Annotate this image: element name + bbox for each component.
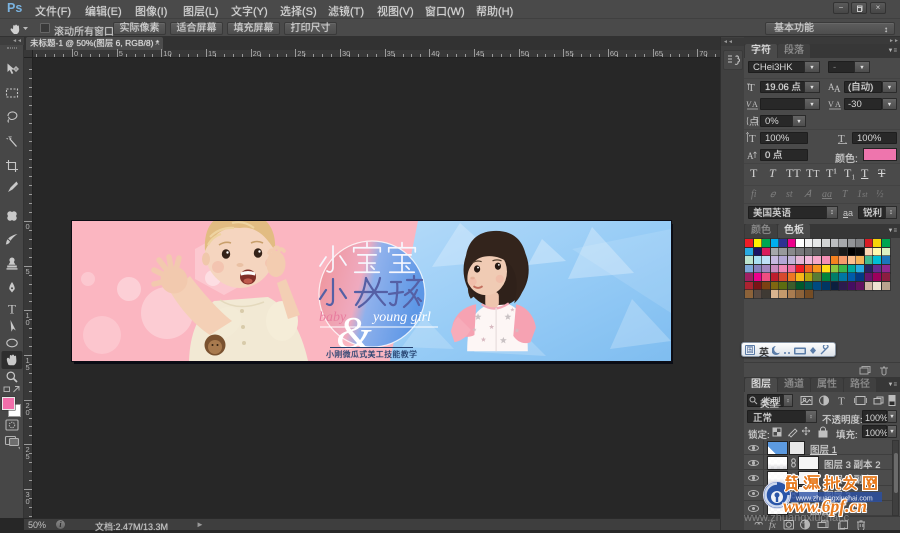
svg-text:A: A [835, 100, 841, 109]
svg-text:T: T [838, 133, 845, 144]
svg-text:V: V [828, 100, 834, 109]
svg-text:young girl: young girl [371, 310, 431, 325]
svg-text:T: T [749, 133, 756, 144]
svg-text:A: A [747, 151, 754, 161]
svg-text:T: T [838, 396, 845, 408]
svg-text:T: T [8, 302, 16, 317]
svg-text:A: A [752, 100, 758, 109]
svg-text:A: A [834, 84, 841, 93]
